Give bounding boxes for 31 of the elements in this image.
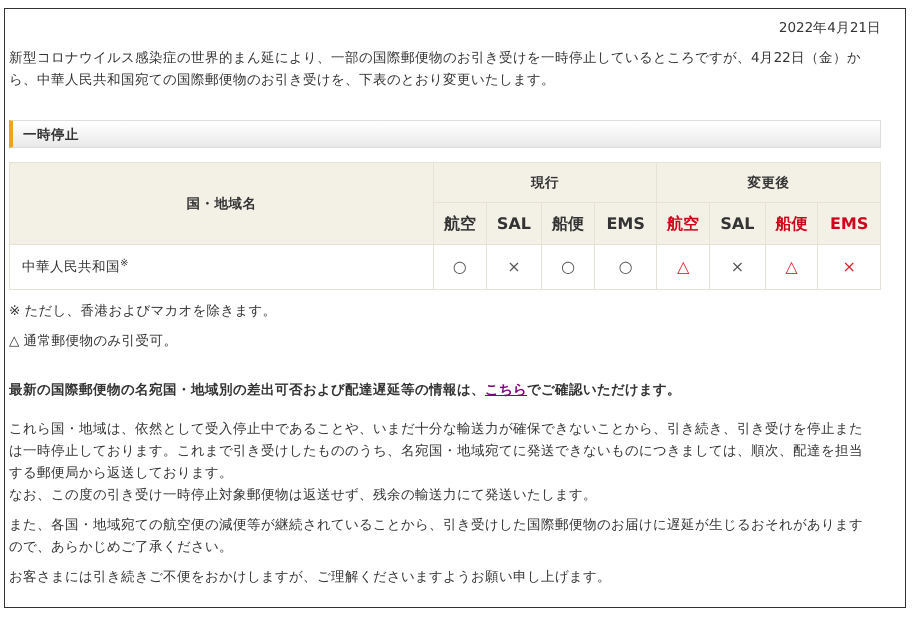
link[interactable]: こちら [485,382,527,398]
status-cell: × [818,244,880,290]
body-paragraph: なお、この度の引き受け一時停止対象郵便物は返送せず、残余の輸送力にて発送いたします。 [9,486,598,505]
column-header: 船便 [542,202,594,244]
column-header: 航空 [434,202,486,244]
country-cell: 中華人民共和国$^{※}$ [10,244,434,290]
column-header: EMS [594,202,657,244]
status-cell: ○ [594,244,657,290]
group-header: 変更後 [656,162,880,202]
group-header: 現行 [434,162,657,202]
status-cell: △ [765,244,818,290]
date-text: 2022年4月21日 [778,19,882,38]
status-cell: × [486,244,542,290]
info-sentence: 最新の国際郵便物の名宛国・地域別の差出可否および配達遅延等の情報は、こちらでご確認いただけます。 [9,381,682,400]
body-paragraph: お客さまには引き続きご不便をおかけしますが、ご理解くださいますようお願い申し上げます。 [9,568,612,587]
body-paragraph: また、各国・地域宛ての航空便の減便等が継続されていることから、引き受けした国際郵便物のお届けに遅延が生じるおそれがありますので、あらかじめご了承ください。 [9,516,864,557]
status-cell: △ [656,244,710,290]
column-header: 船便 [765,202,818,244]
column-header: 航空 [656,202,710,244]
status-cell: ○ [434,244,486,290]
intro-paragraph: 新型コロナウイルス感染症の世界的まん延により、一部の国際郵便物のお引き受けを一時停止しているところですが、4月22日（金）から、中華人民共和国宛ての国際郵便物のお引き受けを、下表のとおり変更いたします。 [9,49,862,90]
column-header: SAL [486,202,542,244]
note-text: ※ ただし、香港およびマカオを除きます。 [9,302,278,321]
status-cell: ○ [542,244,594,290]
body-paragraph: これら国・地域は、依然として受入停止中であることや、いまだ十分な輸送力が確保できないことから、引き続き、引き受けを停止または一時停止しております。これまで引き受けしたもののうち、名宛国・地域宛てに発送できないものにつきましては、順次、配達を担当する郵便局から返送しております。 [9,420,864,483]
section-heading: 一時停止 [9,120,881,148]
column-header: 国・地域名 [10,162,434,244]
note-text: △ 通常郵便物のみ引受可。 [9,332,179,351]
status-cell: × [709,244,766,290]
column-header: SAL [709,202,766,244]
column-header: EMS [818,202,880,244]
